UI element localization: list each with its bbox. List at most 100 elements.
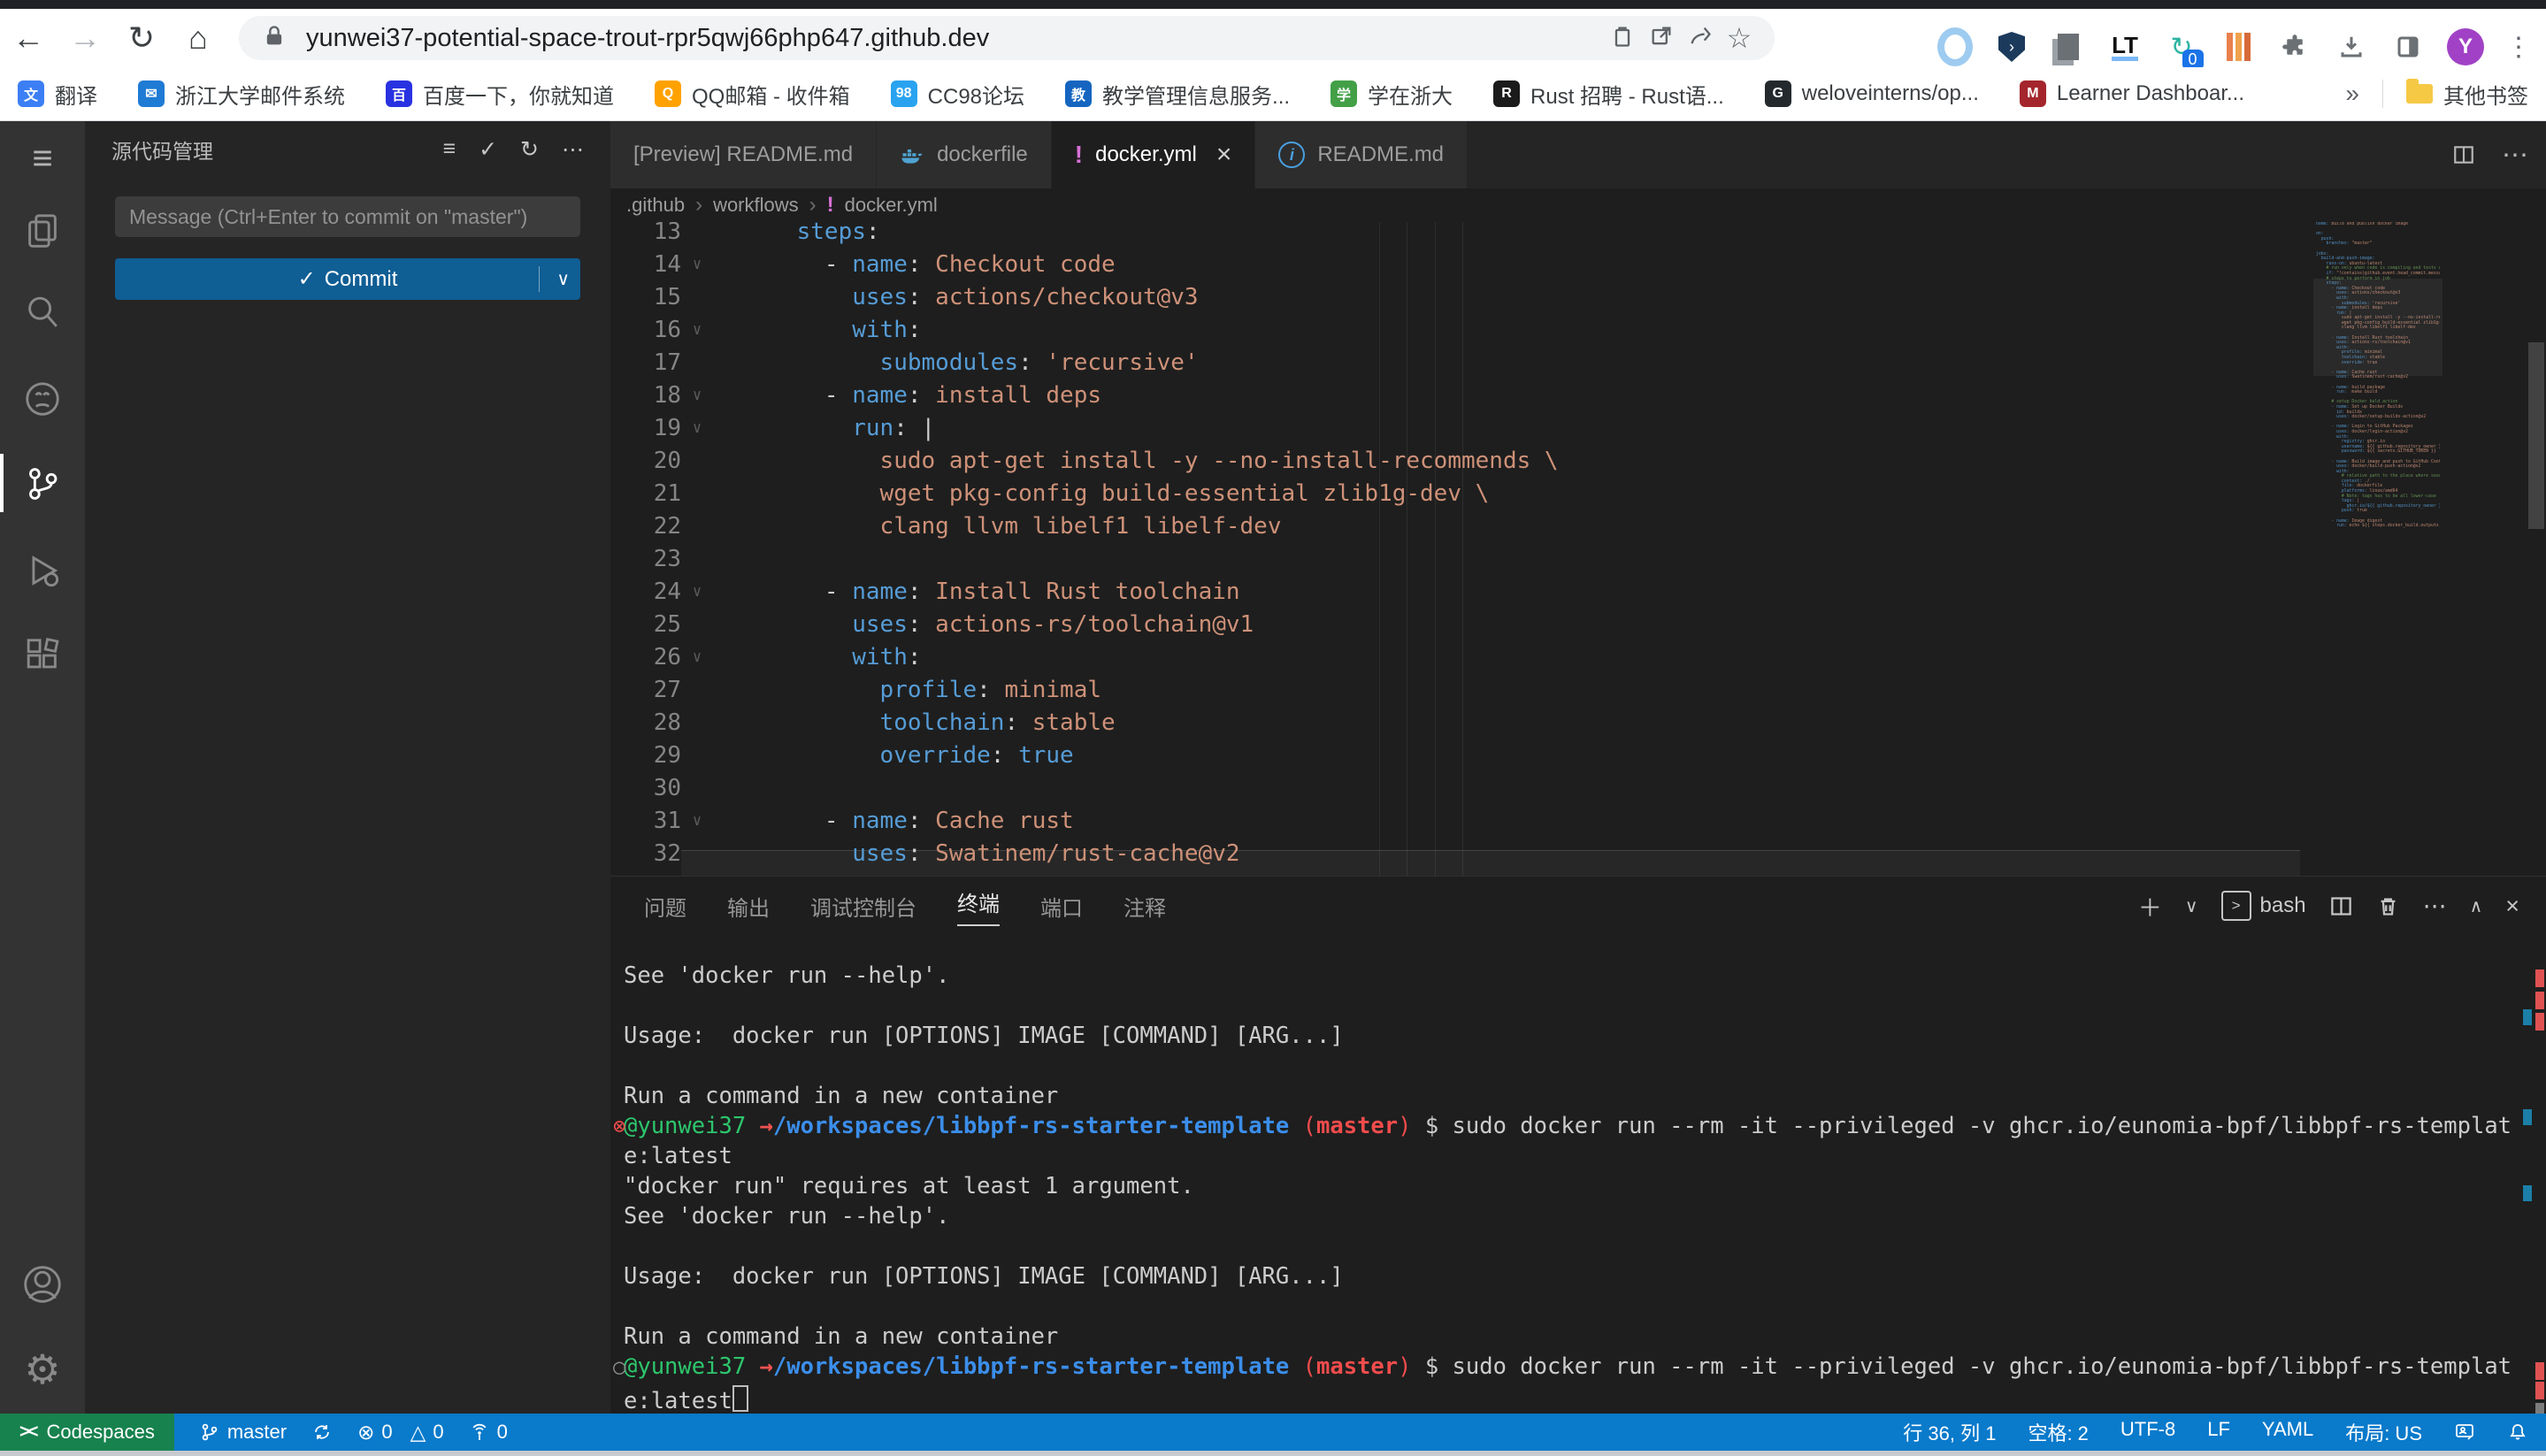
extension-ring-icon[interactable] <box>1937 29 1973 65</box>
panel-tab[interactable]: 调试控制台 <box>810 877 916 935</box>
code-line[interactable]: 27 profile: minimal <box>610 674 2313 707</box>
back-button[interactable]: ← <box>0 19 57 57</box>
reload-button[interactable]: ↻ <box>113 19 170 57</box>
run-debug-icon[interactable] <box>0 539 85 602</box>
problems-indicator[interactable]: ⊗ 0 △ 0 <box>357 1421 443 1445</box>
remote-indicator[interactable]: >< Codespaces <box>0 1414 174 1451</box>
view-sort-icon[interactable]: ≡ <box>443 136 456 163</box>
code-line[interactable]: 25 uses: actions-rs/toolchain@v1 <box>610 609 2313 641</box>
browser-menu-icon[interactable]: ⋮ <box>2505 32 2532 63</box>
code-line[interactable]: 24∨ - name: Install Rust toolchain <box>610 576 2313 609</box>
status-item[interactable]: LF <box>2207 1418 2230 1446</box>
bell-icon[interactable] <box>2507 1422 2528 1443</box>
code-line[interactable]: 18∨ - name: install deps <box>610 379 2313 412</box>
close-icon[interactable]: × <box>1216 140 1232 170</box>
minimap-slider[interactable] <box>2313 279 2442 376</box>
account-icon[interactable] <box>0 1253 85 1316</box>
breadcrumb-item[interactable]: docker.yml <box>845 194 938 217</box>
pencils-extension-icon[interactable] <box>2220 29 2256 65</box>
scrollbar-thumb[interactable] <box>2528 342 2544 529</box>
editor-more-icon[interactable]: ⋯ <box>2502 140 2530 171</box>
panel-tab[interactable]: 端口 <box>1040 877 1083 935</box>
ports-indicator[interactable]: 0 <box>469 1421 508 1444</box>
breadcrumb[interactable]: .github›workflows›!docker.yml <box>610 188 2546 222</box>
close-panel-icon[interactable]: × <box>2505 893 2519 920</box>
bookmark-item[interactable]: RRust 招聘 - Rust语... <box>1493 79 1724 110</box>
editor-scrollbar[interactable] <box>2527 222 2546 877</box>
bookmark-item[interactable]: 百百度一下，你就知道 <box>386 79 614 110</box>
code-line[interactable]: 17 submodules: 'recursive' <box>610 347 2313 379</box>
extension-shield-icon[interactable]: › <box>1994 29 2029 65</box>
panel-more-icon[interactable]: ⋯ <box>2423 893 2447 920</box>
bookmark-star-icon[interactable]: ☆ <box>1720 21 1759 55</box>
status-item[interactable]: 行 36, 列 1 <box>1903 1418 1996 1446</box>
source-control-icon[interactable] <box>0 452 85 516</box>
extension-copy-icon[interactable] <box>2051 29 2086 65</box>
code-line[interactable]: 30 <box>610 772 2313 805</box>
breadcrumb-item[interactable]: .github <box>626 194 685 217</box>
panel-tab[interactable]: 问题 <box>644 877 686 935</box>
split-editor-icon[interactable] <box>2452 143 2475 166</box>
bookmark-item[interactable]: 98CC98论坛 <box>891 79 1024 110</box>
side-panel-icon[interactable] <box>2390 29 2426 65</box>
bookmark-item[interactable]: ✉浙江大学邮件系统 <box>138 79 345 110</box>
code-line[interactable]: 22 clang llvm libelf1 libelf-dev <box>610 510 2313 543</box>
bookmark-item[interactable]: Gweloveinterns/op... <box>1765 80 1979 107</box>
explorer-icon[interactable] <box>0 199 85 263</box>
panel-tab[interactable]: 注释 <box>1123 877 1166 935</box>
commit-check-icon[interactable]: ✓ <box>479 136 497 163</box>
editor-tab[interactable]: [Preview] README.md <box>610 121 877 188</box>
code-line[interactable]: 23 <box>610 543 2313 576</box>
other-bookmarks[interactable]: 其他书签 <box>2406 79 2528 110</box>
bookmark-item[interactable]: 学学在浙大 <box>1331 79 1453 110</box>
status-item[interactable]: 布局: US <box>2345 1418 2422 1446</box>
languagetool-icon[interactable]: LT <box>2107 29 2143 65</box>
code-line[interactable]: 29 override: true <box>610 739 2313 772</box>
new-terminal-icon[interactable]: ＋ <box>2138 889 2162 923</box>
code-line[interactable]: 28 toolchain: stable <box>610 707 2313 739</box>
code-line[interactable]: 31∨ - name: Cache rust <box>610 805 2313 838</box>
sync-indicator[interactable] <box>311 1422 333 1443</box>
bookmark-item[interactable]: 教教学管理信息服务... <box>1065 79 1290 110</box>
github-icon[interactable] <box>0 367 85 431</box>
code-line[interactable]: 19∨ run: | <box>610 412 2313 445</box>
status-item[interactable]: YAML <box>2262 1418 2313 1446</box>
status-item[interactable]: 空格: 2 <box>2028 1418 2088 1446</box>
bookmark-item[interactable]: MLearner Dashboar... <box>2020 80 2244 107</box>
url-bar[interactable]: yunwei37-potential-space-trout-rpr5qwj66… <box>239 16 1775 60</box>
profile-avatar[interactable]: Y <box>2447 28 2484 65</box>
breadcrumb-item[interactable]: workflows <box>713 194 799 217</box>
commit-message-input[interactable]: Message (Ctrl+Enter to commit on "master… <box>115 196 580 237</box>
branch-indicator[interactable]: master <box>199 1421 287 1444</box>
bookmark-item[interactable]: QQQ邮箱 - 收件箱 <box>655 79 850 110</box>
split-terminal-icon[interactable] <box>2329 894 2353 918</box>
code-line[interactable]: 14∨ - name: Checkout code <box>610 249 2313 281</box>
bookmarks-overflow-icon[interactable]: » <box>2345 80 2359 108</box>
code-line[interactable]: 16∨ with: <box>610 314 2313 347</box>
open-in-new-icon[interactable] <box>1642 24 1681 53</box>
commit-button[interactable]: ✓ Commit ∨ <box>115 258 580 300</box>
kill-terminal-icon[interactable] <box>2376 894 2400 918</box>
commit-dropdown-icon[interactable]: ∨ <box>556 268 570 290</box>
home-button[interactable]: ⌂ <box>170 19 226 57</box>
downloads-icon[interactable] <box>2334 29 2369 65</box>
search-icon[interactable] <box>0 280 85 344</box>
share-icon[interactable] <box>1681 24 1720 53</box>
bookmark-item[interactable]: 文翻译 <box>18 79 97 110</box>
code-line[interactable]: 15 uses: actions/checkout@v3 <box>610 281 2313 314</box>
more-actions-icon[interactable]: ⋯ <box>562 136 584 163</box>
status-item[interactable]: UTF-8 <box>2120 1418 2175 1446</box>
editor-tab[interactable]: dockerfile <box>877 121 1052 188</box>
panel-tab[interactable]: 终端 <box>957 877 1000 935</box>
extensions-icon[interactable] <box>0 624 85 687</box>
panel-tab[interactable]: 输出 <box>727 877 770 935</box>
extensions-puzzle-icon[interactable] <box>2277 29 2312 65</box>
save-to-device-icon[interactable] <box>1603 24 1642 53</box>
maximize-panel-icon[interactable]: ∧ <box>2470 895 2483 917</box>
terminal-dropdown-icon[interactable]: ∨ <box>2185 895 2198 917</box>
refresh-icon[interactable]: ↻ <box>520 136 539 163</box>
menu-icon[interactable]: ≡ <box>0 126 85 190</box>
editor-tab[interactable]: iREADME.md <box>1255 121 1468 188</box>
forward-button[interactable]: → <box>57 19 113 57</box>
code-line[interactable]: 20 sudo apt-get install -y --no-install-… <box>610 445 2313 478</box>
